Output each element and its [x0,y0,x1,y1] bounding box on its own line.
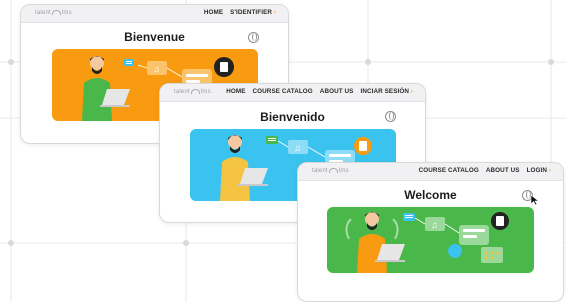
logo[interactable]: talent lms [35,10,72,16]
navbar: talent lms HOME COURSE CATALOG ABOUT US I… [160,84,425,102]
globe-icon[interactable] [385,111,396,122]
nav-about-us[interactable]: ABOUT US [320,88,354,95]
website-card-english: talent lms COURSE CATALOG ABOUT US LOGIN … [297,162,564,302]
nav-menu: COURSE CATALOG ABOUT US LOGIN › [419,167,551,174]
svg-text:♫: ♫ [431,220,438,230]
logo[interactable]: talent lms [174,89,211,95]
nav-menu: HOME S'IDENTIFIER › [204,9,276,16]
logo[interactable]: talent lms [312,168,349,174]
chevron-right-icon: › [410,89,413,95]
nav-login[interactable]: INCIAR SESIÓN › [360,88,413,95]
hero-banner-green: ♫ [327,207,534,273]
nav-about-us[interactable]: ABOUT US [486,167,520,174]
nav-login[interactable]: LOGIN › [527,167,551,174]
navbar: talent lms HOME S'IDENTIFIER › [21,5,288,23]
nav-home[interactable]: HOME [204,9,223,16]
chevron-right-icon: › [273,10,276,16]
nav-menu: HOME COURSE CATALOG ABOUT US INCIAR SESI… [226,88,413,95]
nav-course-catalog[interactable]: COURSE CATALOG [253,88,313,95]
cursor-icon [530,194,540,206]
globe-icon[interactable] [248,32,259,43]
svg-text:♫: ♫ [294,143,301,153]
nav-course-catalog[interactable]: COURSE CATALOG [419,167,479,174]
nav-home[interactable]: HOME [226,88,245,95]
chevron-right-icon: › [548,168,551,174]
nav-login[interactable]: S'IDENTIFIER › [230,9,276,16]
navbar: talent lms COURSE CATALOG ABOUT US LOGIN … [298,163,563,181]
svg-text:♫: ♫ [153,64,160,74]
